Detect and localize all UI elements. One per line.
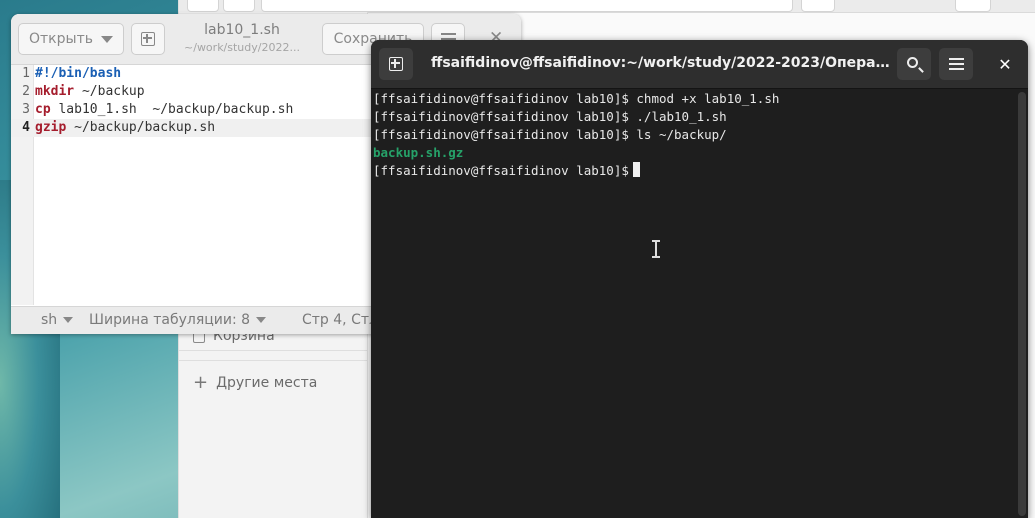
code-args: ~/backup/backup.sh — [66, 120, 216, 135]
terminal-line-file: backup.sh.gz — [373, 145, 464, 160]
search-icon — [906, 56, 918, 68]
document-path: ~/work/study/2022... — [184, 41, 300, 54]
terminal-prompt: [ffsaifidinov@ffsaifidinov lab10]$ — [373, 163, 629, 178]
document-title: lab10_1.sh — [204, 22, 280, 38]
code-keyword: mkdir — [35, 84, 75, 99]
sidebar-divider — [179, 360, 367, 361]
code-args: lab10_1.sh ~/backup/backup.sh — [50, 102, 294, 117]
plus-icon: + — [193, 372, 209, 393]
terminal-line: [ffsaifidinov@ffsaifidinov lab10]$ chmod… — [373, 91, 780, 106]
files-forward-button[interactable] — [223, 0, 255, 12]
terminal-line: [ffsaifidinov@ffsaifidinov lab10]$ ./lab… — [373, 109, 727, 124]
line-number: 1 — [22, 66, 30, 81]
files-back-button[interactable] — [187, 0, 219, 12]
sidebar-item-other-places[interactable]: + Другие места — [193, 372, 318, 393]
terminal-line: [ffsaifidinov@ffsaifidinov lab10]$ ls ~/… — [373, 127, 727, 142]
language-label: sh — [41, 312, 58, 328]
new-tab-icon — [389, 57, 403, 71]
hamburger-menu-icon — [948, 58, 964, 70]
mouse-ibeam-cursor-icon — [652, 240, 660, 258]
tab-width-label: Ширина табуляции: 8 — [89, 312, 251, 328]
terminal-header: ffsaifidinov@ffsaifidinov:~/work/study/2… — [371, 40, 1028, 89]
terminal-output[interactable]: [ffsaifidinov@ffsaifidinov lab10]$ chmod… — [373, 90, 1013, 515]
terminal-window: ffsaifidinov@ffsaifidinov:~/work/study/2… — [371, 40, 1028, 518]
chevron-down-icon — [63, 317, 74, 323]
line-number: 3 — [22, 102, 30, 117]
code-keyword: gzip — [35, 120, 67, 135]
sidebar-divider — [179, 350, 367, 351]
files-menu-button[interactable] — [955, 0, 991, 12]
new-tab-icon — [141, 32, 155, 46]
terminal-scrollbar[interactable] — [1018, 92, 1026, 516]
terminal-menu-button[interactable] — [939, 48, 973, 80]
tab-width-selector[interactable]: Ширина табуляции: 8 — [89, 312, 267, 328]
language-selector[interactable]: sh — [41, 312, 74, 328]
new-tab-button[interactable] — [379, 48, 413, 80]
shebang-text: #!/bin/bash — [35, 66, 122, 81]
search-button[interactable] — [897, 48, 931, 80]
text-cursor — [632, 162, 640, 177]
files-path-bar[interactable] — [261, 0, 793, 12]
code-args: ~/backup — [74, 84, 145, 99]
open-button-label: Открыть — [29, 31, 93, 47]
new-tab-button[interactable] — [131, 23, 165, 55]
terminal-prompt-line: [ffsaifidinov@ffsaifidinov lab10]$ — [373, 162, 640, 180]
sidebar-item-label: Другие места — [216, 375, 318, 391]
close-icon[interactable]: ✕ — [988, 48, 1022, 80]
open-button[interactable]: Открыть — [18, 23, 124, 55]
terminal-title: ffsaifidinov@ffsaifidinov:~/work/study/2… — [431, 55, 891, 71]
chevron-down-icon — [100, 35, 113, 43]
code-keyword: cp — [35, 102, 51, 117]
files-search-button[interactable] — [801, 0, 835, 12]
line-number: 2 — [22, 84, 30, 99]
line-number: 4 — [22, 120, 30, 135]
chevron-down-icon — [256, 317, 267, 323]
